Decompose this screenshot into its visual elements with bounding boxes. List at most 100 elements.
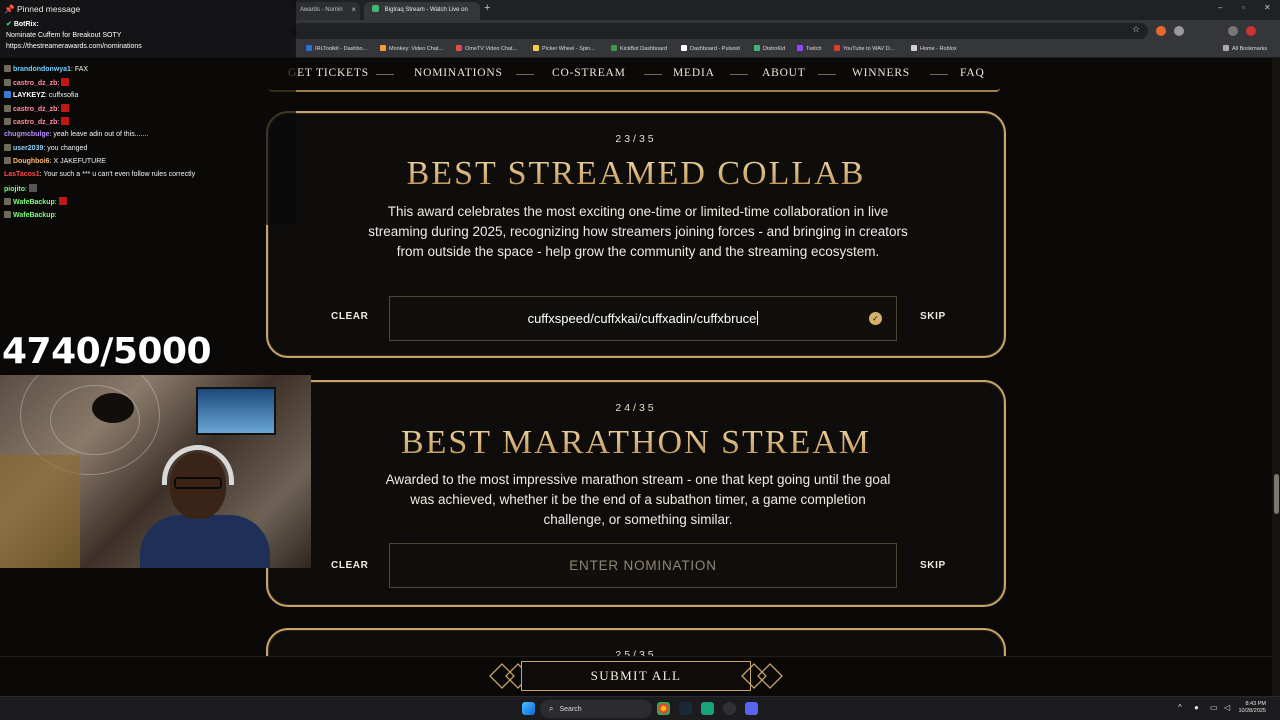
bookmark-item[interactable]: YouTube to WAV D... <box>834 45 894 52</box>
chat-message: LAYKEYZ: cuffxsofia <box>4 91 78 99</box>
bookmark-favicon-icon <box>834 45 840 51</box>
app-icon[interactable] <box>701 702 714 715</box>
maximize-icon[interactable]: ▫ <box>1242 3 1245 12</box>
extension-icon[interactable] <box>1156 26 1166 36</box>
emote-icon <box>58 197 67 205</box>
nav-get-tickets[interactable]: GET TICKETS <box>288 67 369 79</box>
nomination-placeholder: ENTER NOMINATION <box>569 558 717 573</box>
bookmark-item[interactable]: IRLToolkit - Dashbo... <box>306 45 367 52</box>
sub-goal-counter: 4740/5000 <box>2 331 212 372</box>
scrollbar-thumb[interactable] <box>1274 474 1279 514</box>
close-window-icon[interactable]: ✕ <box>1264 3 1271 12</box>
bookmark-favicon-icon <box>754 45 760 51</box>
pin-icon: 📌 <box>4 4 15 14</box>
clear-button[interactable]: CLEAR <box>331 560 368 571</box>
pinned-link: https://thestreamerawards.com/nomination… <box>6 43 142 50</box>
bookmark-favicon-icon <box>681 45 687 51</box>
skip-button[interactable]: SKIP <box>920 311 946 322</box>
nomination-input[interactable]: ENTER NOMINATION <box>389 543 897 588</box>
search-icon: ⌕ <box>549 704 554 713</box>
streamer <box>140 445 270 568</box>
stream-chat-overlay: 📌 Pinned message ✔ BotRix: Nominate Cuff… <box>0 0 296 225</box>
chrome-icon[interactable] <box>657 702 670 715</box>
windows-taskbar: ⌕ Search ^ ● ▭ ◁ 8:43 PM 10/28/2025 <box>0 696 1280 720</box>
puzzle-icon[interactable] <box>1174 26 1184 36</box>
nav-divider <box>376 74 394 75</box>
category-title: BEST STREAMED COLLAB <box>268 155 1004 193</box>
bookmark-item[interactable]: Dashboard - Pulsoid <box>681 45 740 52</box>
bookmark-favicon-icon <box>306 45 312 51</box>
nomination-input[interactable]: cuffxspeed/cuffxkai/cuffxadin/cuffxbruce… <box>389 296 897 341</box>
badge-icon <box>4 105 11 112</box>
category-counter: 23/35 <box>615 133 657 145</box>
category-description: This award celebrates the most exciting … <box>368 204 908 259</box>
bookmark-item[interactable]: KickBot Dashboard <box>611 45 667 52</box>
system-clock[interactable]: 8:43 PM 10/28/2025 <box>1238 701 1266 715</box>
chat-message: piojito: <box>4 184 37 193</box>
pinned-message: 📌 Pinned message ✔ BotRix: Nominate Cuff… <box>0 0 292 54</box>
nav-nominations[interactable]: NOMINATIONS <box>414 67 503 79</box>
badge-icon <box>4 79 11 86</box>
bookmark-item[interactable]: Home - Roblox <box>911 45 957 52</box>
minimize-icon[interactable]: – <box>1218 3 1222 12</box>
bookmark-favicon-icon <box>456 45 462 51</box>
taskbar-search[interactable]: ⌕ Search <box>540 700 652 718</box>
emote-icon <box>61 78 70 86</box>
submit-all-button[interactable]: SUBMIT ALL <box>521 661 751 691</box>
cobweb-decoration <box>50 385 140 455</box>
webcam-feed <box>0 375 311 568</box>
volume-icon[interactable]: ◁ <box>1224 703 1230 712</box>
nav-co-stream[interactable]: CO-STREAM <box>552 67 626 79</box>
badge-icon <box>4 157 11 164</box>
tab-stream[interactable]: BigIraq Stream - Watch Live on <box>364 2 480 20</box>
star-icon[interactable]: ☆ <box>1132 24 1142 34</box>
tab-awards[interactable]: Awards - Nomin × <box>292 2 360 20</box>
emote-icon <box>61 117 70 125</box>
profile-avatar-icon[interactable] <box>1246 26 1256 36</box>
page-scrollbar[interactable] <box>1272 58 1280 696</box>
chat-message: WafeBackup: <box>4 197 67 206</box>
extension-icon[interactable] <box>1228 26 1238 36</box>
badge-icon <box>4 118 11 125</box>
badge-icon <box>4 198 11 205</box>
start-icon[interactable] <box>522 702 535 715</box>
obs-icon[interactable] <box>723 702 736 715</box>
bookmark-favicon-icon <box>611 45 617 51</box>
chat-message: user2039: you changed <box>4 144 87 152</box>
new-tab-icon[interactable]: + <box>484 2 490 14</box>
bookmark-item[interactable]: OmeTV Video Chat... <box>456 45 517 52</box>
pinned-header: 📌 Pinned message <box>4 4 81 14</box>
nav-underline <box>268 88 1000 92</box>
badge-icon <box>4 65 11 72</box>
monitor-screen <box>196 387 276 435</box>
chat-message: WafeBackup: <box>4 211 57 219</box>
network-icon[interactable]: ▭ <box>1210 703 1218 712</box>
category-description: Awarded to the most impressive marathon … <box>385 472 891 527</box>
submit-bar: SUBMIT ALL <box>0 656 1280 696</box>
skip-button[interactable]: SKIP <box>920 560 946 571</box>
nav-faq[interactable]: FAQ <box>960 67 985 79</box>
chat-message: castro_dz_zb: <box>4 104 70 113</box>
bookmark-item[interactable]: DistroKid <box>754 45 785 52</box>
nav-divider <box>818 74 836 75</box>
all-bookmarks[interactable]: All Bookmarks <box>1223 45 1267 52</box>
kick-icon <box>372 5 379 12</box>
nav-divider <box>930 74 948 75</box>
steam-icon[interactable] <box>679 702 692 715</box>
nav-divider <box>516 74 534 75</box>
bookmark-item[interactable]: Picker Wheel - Spin... <box>533 45 595 52</box>
close-tab-icon[interactable]: × <box>351 2 356 18</box>
bookmark-favicon-icon <box>911 45 917 51</box>
site-nav: GET TICKETS NOMINATIONS CO-STREAM MEDIA … <box>266 58 1006 88</box>
microphone-icon[interactable]: ● <box>1194 703 1199 712</box>
nav-about[interactable]: ABOUT <box>762 67 806 79</box>
nav-media[interactable]: MEDIA <box>673 67 715 79</box>
nav-winners[interactable]: WINNERS <box>852 67 910 79</box>
discord-icon[interactable] <box>745 702 758 715</box>
bookmark-item[interactable]: Twitch <box>797 45 822 52</box>
chat-message: brandondonwya1: FAX <box>4 65 88 73</box>
bookmark-item[interactable]: Monkey: Video Chat... <box>380 45 443 52</box>
clear-button[interactable]: CLEAR <box>331 311 368 322</box>
chevron-up-icon[interactable]: ^ <box>1178 703 1182 712</box>
url-field[interactable] <box>292 23 1148 39</box>
